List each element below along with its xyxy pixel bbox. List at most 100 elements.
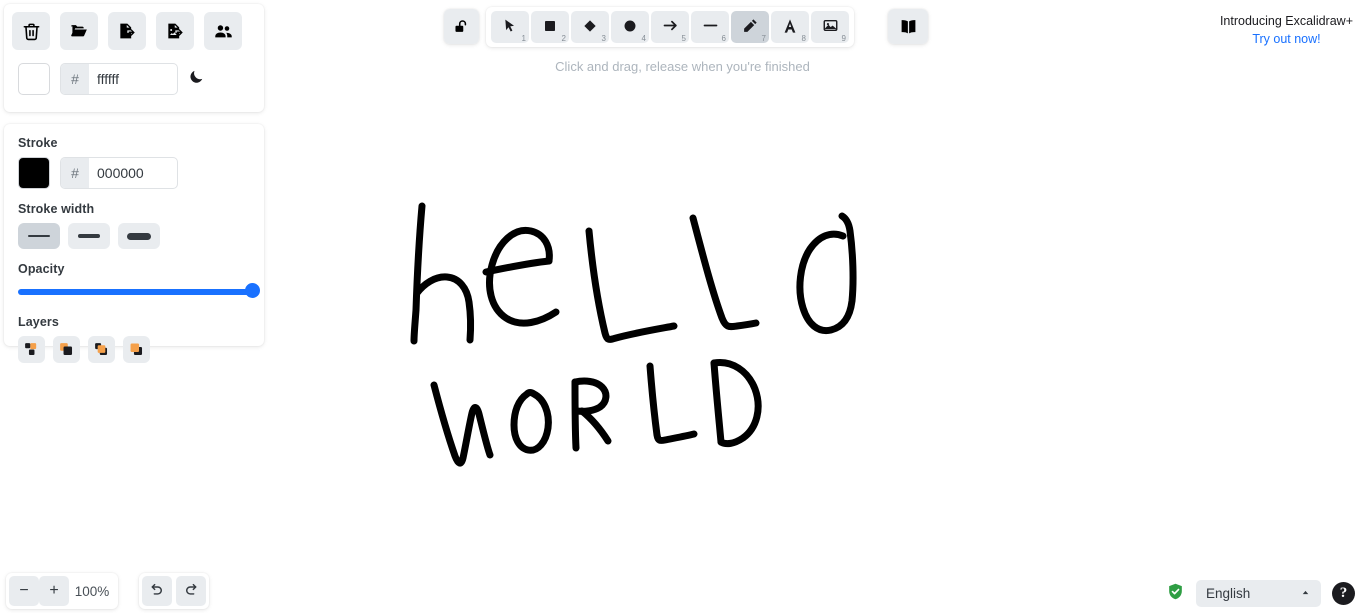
clear-canvas-button[interactable] (12, 12, 50, 50)
shortcut-badge: 2 (562, 35, 566, 43)
opacity-slider-track (18, 289, 259, 295)
diamond-tool[interactable]: 3 (571, 11, 609, 43)
save-file-button[interactable] (108, 12, 146, 50)
bring-to-front-icon (128, 341, 145, 358)
export-image-button[interactable] (156, 12, 194, 50)
chevron-up-icon (1300, 586, 1311, 601)
zoom-level-label[interactable]: 100% (69, 584, 115, 599)
shield-check-icon[interactable] (1166, 582, 1185, 606)
language-select[interactable]: English (1196, 580, 1321, 607)
stroke-width-row (18, 223, 250, 249)
stroke-color-swatch[interactable] (18, 157, 50, 189)
canvas-actions-row (12, 12, 256, 50)
bring-to-front-button[interactable] (123, 336, 150, 363)
shortcut-badge: 8 (802, 35, 806, 43)
line-icon (702, 17, 719, 37)
zoom-island: − + 100% (6, 573, 118, 609)
shortcut-badge: 7 (762, 35, 766, 43)
diamond-icon (582, 18, 598, 37)
opacity-slider[interactable] (18, 283, 250, 301)
theme-toggle-button[interactable] (188, 68, 205, 90)
moon-icon (188, 68, 205, 90)
ellipse-tool[interactable]: 4 (611, 11, 649, 43)
folder-open-icon (69, 21, 89, 41)
stroke-width-bold-button[interactable] (68, 223, 110, 249)
bring-forward-button[interactable] (88, 336, 115, 363)
shapes-toolbar: 1 2 3 4 5 (486, 7, 854, 47)
zoom-in-button[interactable]: + (39, 576, 69, 606)
lock-island (444, 9, 479, 44)
undo-button[interactable] (142, 576, 172, 606)
load-file-button[interactable] (60, 12, 98, 50)
selection-tool[interactable]: 1 (491, 11, 529, 43)
redo-button[interactable] (176, 576, 206, 606)
save-file-icon (117, 21, 137, 41)
promo-headline: Introducing Excalidraw+ (1220, 12, 1353, 30)
shortcut-badge: 5 (682, 35, 686, 43)
stroke-color-row: # (18, 157, 250, 189)
send-to-back-icon (23, 341, 40, 358)
line-tool[interactable]: 6 (691, 11, 729, 43)
send-backward-button[interactable] (53, 336, 80, 363)
shortcut-badge: 9 (842, 35, 846, 43)
send-backward-icon (58, 341, 75, 358)
unlocked-padlock-icon (453, 18, 470, 35)
people-icon (213, 21, 234, 42)
stroke-hex-input[interactable] (89, 158, 177, 188)
circle-icon (622, 18, 638, 37)
promo-banner: Introducing Excalidraw+ Try out now! (1220, 12, 1353, 48)
lock-tool-button[interactable] (444, 9, 479, 44)
library-button[interactable] (888, 9, 928, 44)
shortcut-badge: 3 (602, 35, 606, 43)
undo-arrow-icon (149, 581, 165, 602)
shortcut-badge: 4 (642, 35, 646, 43)
hash-symbol: # (61, 64, 89, 94)
picture-icon (822, 17, 839, 37)
excalidraw-app: # Stroke # Stroke width (0, 0, 1365, 613)
canvas-background-row: # (12, 63, 256, 95)
opacity-label: Opacity (18, 262, 250, 276)
help-button[interactable]: ? (1332, 582, 1355, 605)
pencil-icon (742, 17, 759, 37)
extra-bold-line-icon (127, 233, 151, 240)
bold-line-icon (78, 234, 100, 238)
trash-icon (22, 22, 41, 41)
text-tool[interactable]: 8 (771, 11, 809, 43)
canvas-background-hex-field[interactable]: # (60, 63, 178, 95)
shortcut-badge: 1 (522, 35, 526, 43)
layers-label: Layers (18, 315, 250, 329)
layers-row (18, 336, 250, 363)
stroke-label: Stroke (18, 136, 250, 150)
send-to-back-button[interactable] (18, 336, 45, 363)
promo-link[interactable]: Try out now! (1220, 30, 1353, 48)
letter-a-icon (781, 17, 799, 38)
opacity-slider-thumb[interactable] (245, 283, 260, 298)
stroke-hex-field[interactable]: # (60, 157, 178, 189)
actions-island: # (4, 4, 264, 112)
hash-symbol: # (61, 158, 89, 188)
bring-forward-icon (93, 341, 110, 358)
rectangle-tool[interactable]: 2 (531, 11, 569, 43)
arrow-tool[interactable]: 5 (651, 11, 689, 43)
history-island (139, 573, 209, 609)
stroke-width-thin-button[interactable] (18, 223, 60, 249)
shortcut-badge: 6 (722, 35, 726, 43)
live-collaboration-button[interactable] (204, 12, 242, 50)
language-selected-label: English (1206, 586, 1250, 601)
canvas-background-hex-input[interactable] (89, 64, 177, 94)
properties-island: Stroke # Stroke width Opacity Laye (4, 124, 264, 346)
freedraw-stroke-hello (414, 206, 853, 341)
footer-right: English ? (1166, 580, 1355, 607)
open-book-icon (899, 17, 918, 36)
freedraw-stroke-world (434, 363, 758, 464)
stroke-width-label: Stroke width (18, 202, 250, 216)
zoom-out-button[interactable]: − (9, 576, 39, 606)
image-tool[interactable]: 9 (811, 11, 849, 43)
redo-arrow-icon (183, 581, 199, 602)
canvas-background-swatch[interactable] (18, 63, 50, 95)
arrow-right-icon (662, 17, 679, 37)
square-icon (542, 18, 558, 37)
stroke-width-extra-bold-button[interactable] (118, 223, 160, 249)
cursor-arrow-icon (502, 18, 518, 37)
draw-tool[interactable]: 7 (731, 11, 769, 43)
